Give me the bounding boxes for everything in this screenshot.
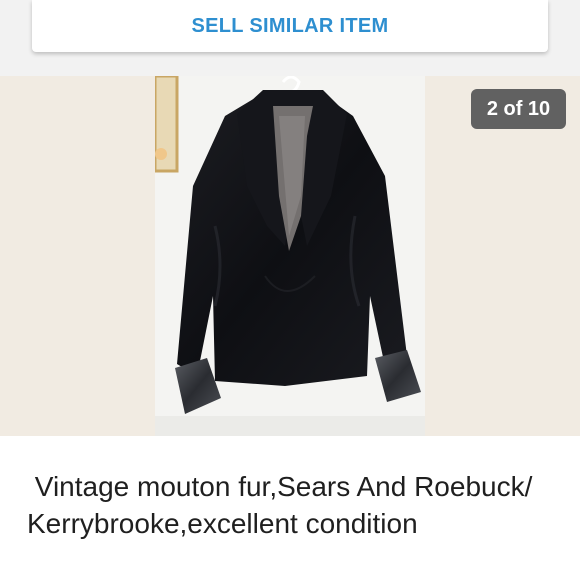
photo-counter-text: 2 of 10 [486, 97, 551, 120]
listing-title-area: Vintage mouton fur,Sears And Roebuck/ Ke… [0, 436, 580, 580]
fur-jacket-image [155, 76, 425, 436]
sell-similar-button[interactable]: SELL SIMILAR ITEM [32, 0, 548, 52]
photo-gallery[interactable]: 2 of 10 [0, 76, 580, 436]
photo-counter-badge: 2 of 10 [471, 89, 566, 129]
listing-title: Vintage mouton fur,Sears And Roebuck/ Ke… [27, 471, 541, 539]
sell-similar-label: SELL SIMILAR ITEM [191, 14, 389, 37]
listing-photo[interactable] [155, 76, 425, 436]
top-action-area: SELL SIMILAR ITEM [0, 0, 580, 76]
